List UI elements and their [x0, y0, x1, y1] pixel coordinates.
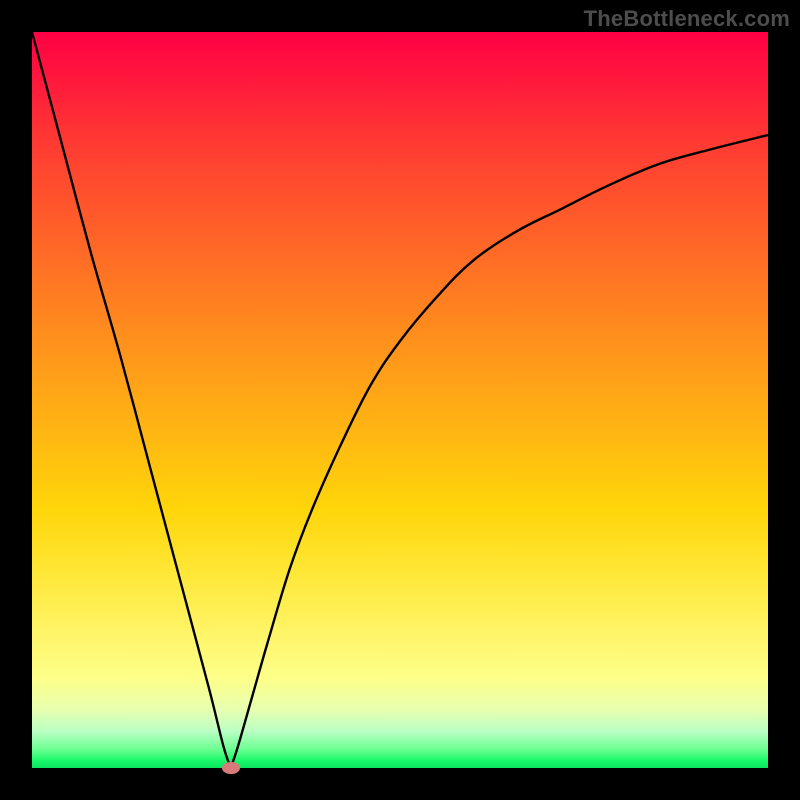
watermark-text: TheBottleneck.com	[584, 6, 790, 32]
chart-frame: TheBottleneck.com	[0, 0, 800, 800]
minimum-marker	[222, 762, 240, 774]
plot-area	[32, 32, 768, 768]
bottleneck-curve	[32, 32, 768, 768]
